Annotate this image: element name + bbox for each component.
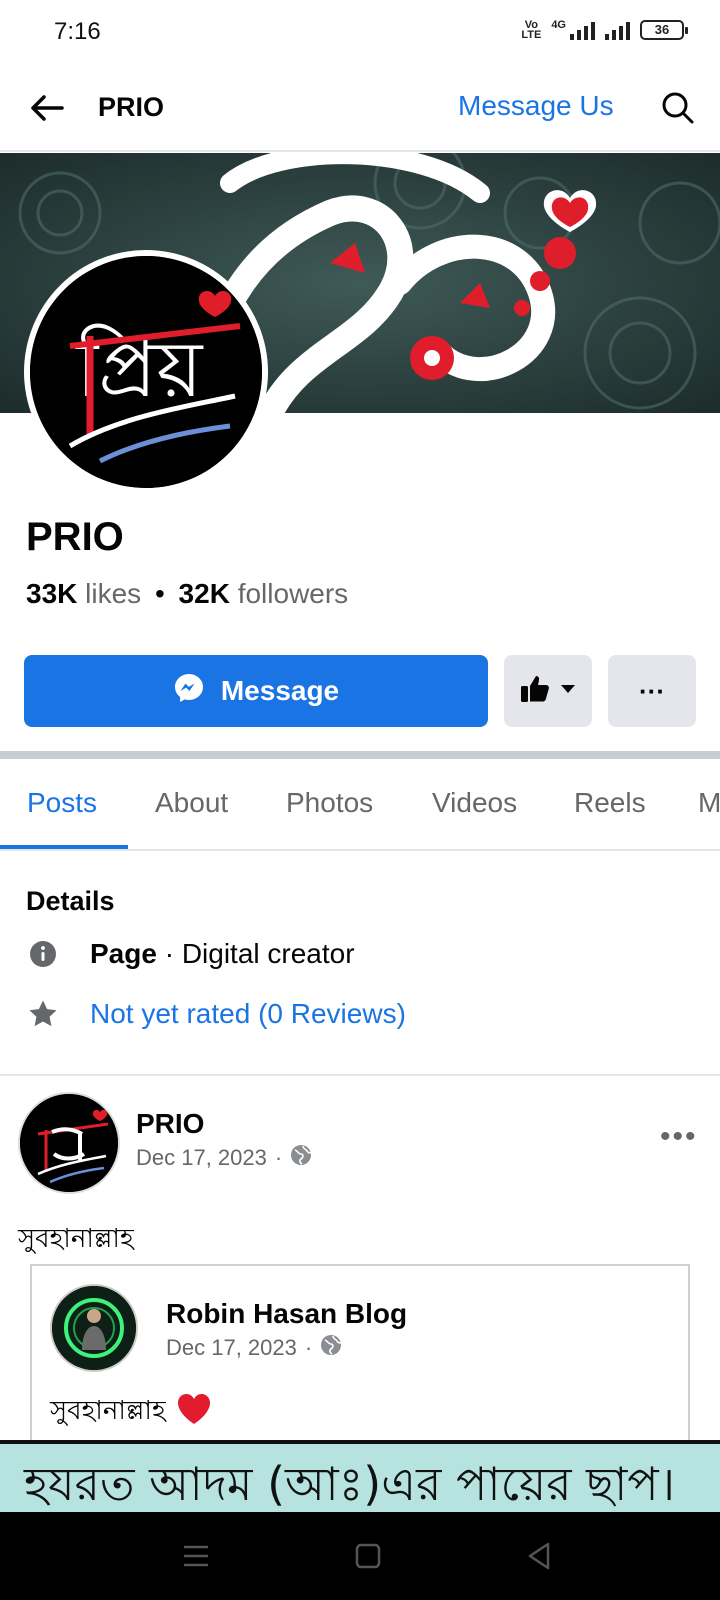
network-type: 4G — [551, 19, 566, 31]
system-nav-bar — [0, 1512, 720, 1600]
post-author-name[interactable]: PRIO — [136, 1108, 204, 1140]
status-bar: 7:16 Vo LTE 4G 36 — [0, 0, 720, 64]
shared-meta-dot: · — [304, 1335, 313, 1360]
tab-videos[interactable]: Videos — [432, 787, 517, 819]
section-divider — [0, 751, 720, 759]
back-icon[interactable] — [520, 1536, 560, 1576]
shared-author-name[interactable]: Robin Hasan Blog — [166, 1298, 407, 1330]
profile-picture[interactable]: প্রিয় — [24, 250, 268, 494]
more-options-button[interactable]: ··· — [608, 655, 696, 727]
followers-count: 32K — [178, 578, 230, 609]
page-type-label: Page — [90, 938, 157, 969]
likes-count: 33K — [26, 578, 78, 609]
star-icon — [26, 997, 60, 1031]
page-category: · Digital creator — [156, 938, 355, 969]
shared-post-text-row: সুবহানাল্লাহ — [50, 1390, 212, 1434]
search-icon[interactable] — [656, 86, 700, 130]
globe-icon — [320, 1334, 342, 1362]
post-author-avatar[interactable] — [18, 1092, 120, 1194]
battery-icon: 36 — [640, 20, 688, 40]
shared-author-avatar[interactable] — [50, 1284, 138, 1372]
shared-post-text: সুবহানাল্লাহ — [50, 1395, 166, 1425]
reviews-link[interactable]: Not yet rated (0 Reviews) — [90, 998, 406, 1030]
followers-label: followers — [237, 578, 349, 609]
post-menu-icon[interactable]: ••• — [660, 1120, 698, 1154]
signal-icon — [570, 20, 595, 40]
stats-separator: • — [154, 578, 165, 609]
post-text: সুবহানাল্লাহ — [18, 1223, 134, 1253]
tab-posts[interactable]: Posts — [27, 787, 97, 819]
signal-icon-2 — [605, 20, 630, 40]
active-tab-indicator — [0, 845, 128, 849]
top-app-bar: PRIO Message Us — [0, 64, 720, 152]
heart-emoji — [176, 1392, 212, 1433]
banner-text: হযরত আদম (আঃ)এর পায়ের ছাপ। — [24, 1457, 676, 1511]
info-icon — [26, 937, 60, 971]
message-us-button[interactable]: Message Us — [458, 90, 614, 122]
shared-post-meta: Dec 17, 2023 · — [166, 1334, 342, 1362]
shared-post-date[interactable]: Dec 17, 2023 — [166, 1335, 297, 1361]
shared-post[interactable]: Robin Hasan Blog Dec 17, 2023 · সুবহানাল… — [30, 1264, 690, 1464]
tab-photos[interactable]: Photos — [286, 787, 373, 819]
page-title: PRIO — [98, 92, 165, 122]
page-stats: 33K likes • 32K followers — [26, 578, 348, 610]
caret-down-icon — [558, 682, 578, 701]
tab-reels[interactable]: Reels — [574, 787, 646, 819]
like-button[interactable] — [504, 655, 592, 727]
menu-icon[interactable] — [176, 1536, 216, 1576]
back-arrow-icon[interactable] — [26, 86, 70, 130]
details-heading: Details — [26, 886, 115, 916]
page-name: PRIO — [26, 515, 124, 559]
status-icons: Vo LTE 4G 36 — [521, 19, 688, 41]
tab-more[interactable]: M — [698, 787, 720, 819]
post-date[interactable]: Dec 17, 2023 — [136, 1145, 267, 1171]
rating-row: Not yet rated (0 Reviews) — [26, 997, 406, 1031]
page-category-row: Page · Digital creator — [26, 937, 355, 971]
likes-label: likes — [85, 578, 142, 609]
meta-dot: · — [274, 1145, 283, 1170]
profile-tabs: Posts About Photos Videos Reels M — [0, 759, 720, 851]
status-time: 7:16 — [54, 18, 101, 45]
home-icon[interactable] — [348, 1536, 388, 1576]
message-button[interactable]: Message — [24, 655, 488, 727]
message-button-label: Message — [220, 675, 340, 706]
globe-icon — [290, 1144, 312, 1172]
details-divider — [0, 1074, 720, 1076]
tab-about[interactable]: About — [155, 787, 228, 819]
post-meta: Dec 17, 2023 · — [136, 1144, 312, 1172]
messenger-icon — [173, 672, 205, 711]
thumbs-up-icon — [518, 672, 552, 711]
video-caption-banner[interactable]: হযরত আদম (আঃ)এর পায়ের ছাপ। — [0, 1440, 720, 1512]
volte-icon: Vo LTE — [521, 19, 542, 41]
